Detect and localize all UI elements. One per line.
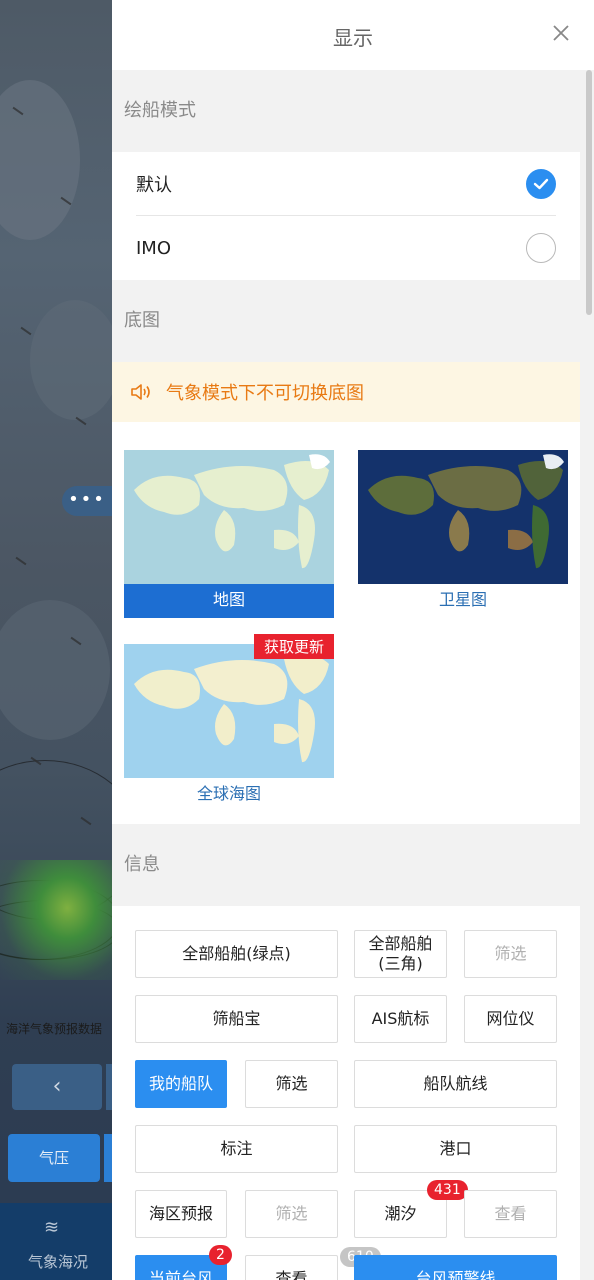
more-dots-button[interactable]: ••• xyxy=(62,486,112,516)
satellite-label: 卫星图 xyxy=(438,590,487,609)
basemap-card-map[interactable]: 地图 xyxy=(124,450,334,618)
forecast-data-label: 海洋气象预报数据 xyxy=(6,1022,103,1036)
wind-icon: ≋ xyxy=(44,1217,60,1238)
net-locator-button[interactable]: 网位仪 xyxy=(464,995,557,1043)
panel-header: 显示 xyxy=(112,0,594,70)
typhoon-warning-line-button[interactable]: 台风预警线 xyxy=(354,1255,557,1280)
fleet-route-button[interactable]: 船队航线 xyxy=(354,1060,557,1108)
bottom-nav-weather[interactable]: ≋ 气象海况 xyxy=(0,1203,112,1280)
section-title-ship-mode: 绘船模式 xyxy=(124,100,196,121)
panel-title: 显示 xyxy=(333,26,373,50)
map-region xyxy=(0,600,110,740)
all-ships-triangle-button[interactable]: 全部船舶 (三角) xyxy=(354,930,447,978)
map-thumbnail xyxy=(124,450,334,584)
wind-barb xyxy=(15,556,27,566)
view-button-2[interactable]: 查看 xyxy=(245,1255,338,1280)
wind-barb xyxy=(20,326,32,336)
background-map: ••• 海洋气象预报数据 ‹ 气压 ≋ 气象海况 xyxy=(0,0,112,1280)
filter-button-1[interactable]: 筛选 xyxy=(464,930,557,978)
notice-text: 气象模式下不可切换底图 xyxy=(166,383,364,404)
section-title-basemap: 底图 xyxy=(124,310,160,331)
all-ships-green-button[interactable]: 全部船舶(绿点) xyxy=(135,930,338,978)
view-button-1[interactable]: 查看 xyxy=(464,1190,557,1238)
update-badge[interactable]: 获取更新 xyxy=(253,634,334,659)
bottom-nav-label: 气象海况 xyxy=(28,1253,89,1271)
display-panel: 显示 绘船模式 默认 IMO 底图 气象模式下不可切换底图 地图 卫星图 获取更… xyxy=(112,0,594,1280)
map-label: 地图 xyxy=(124,584,334,618)
basemap-card-global-chart[interactable]: 获取更新 全球海图 xyxy=(124,634,334,812)
weather-zone xyxy=(0,860,112,980)
mark-button[interactable]: 标注 xyxy=(135,1125,338,1173)
section-title-info: 信息 xyxy=(124,854,160,875)
checked-radio-icon[interactable] xyxy=(526,168,556,199)
close-icon[interactable] xyxy=(550,22,572,44)
filter-button-2[interactable]: 筛选 xyxy=(245,1060,338,1108)
global-chart-label: 全球海图 xyxy=(196,784,261,803)
port-button[interactable]: 港口 xyxy=(354,1125,557,1173)
scrollbar[interactable] xyxy=(586,70,592,315)
layer-button-edge[interactable] xyxy=(104,1134,112,1182)
option-imo[interactable]: IMO xyxy=(136,216,556,280)
map-region xyxy=(0,80,80,240)
option-default[interactable]: 默认 xyxy=(136,152,556,216)
ship-filter-treasure-button[interactable]: 筛船宝 xyxy=(135,995,338,1043)
my-fleet-button[interactable]: 我的船队 xyxy=(135,1060,227,1108)
sea-forecast-button[interactable]: 海区预报 xyxy=(135,1190,227,1238)
info-grid: 全部船舶(绿点) 全部船舶 (三角) 筛选 筛船宝 AIS航标 网位仪 我的船队… xyxy=(112,906,580,1280)
global-chart-thumbnail xyxy=(124,644,334,778)
radio-icon[interactable] xyxy=(526,233,556,263)
ship-mode-options: 默认 IMO xyxy=(112,152,580,280)
typhoon-count-badge: 2 xyxy=(209,1245,232,1265)
option-label: IMO xyxy=(136,237,172,259)
basemap-notice: 气象模式下不可切换底图 xyxy=(112,362,580,422)
pressure-button[interactable]: 气压 xyxy=(8,1134,100,1182)
ais-beacon-button[interactable]: AIS航标 xyxy=(354,995,447,1043)
check-icon xyxy=(533,178,549,189)
filter-button-3[interactable]: 筛选 xyxy=(245,1190,338,1238)
map-region xyxy=(30,300,112,420)
tide-count-badge: 431 xyxy=(427,1180,468,1200)
speaker-icon xyxy=(131,384,150,400)
basemap-grid: 地图 卫星图 获取更新 全球海图 xyxy=(112,422,580,824)
satellite-thumbnail xyxy=(358,450,568,584)
basemap-card-satellite[interactable]: 卫星图 xyxy=(358,450,568,618)
option-label: 默认 xyxy=(136,174,172,196)
back-button[interactable]: ‹ xyxy=(12,1064,102,1110)
